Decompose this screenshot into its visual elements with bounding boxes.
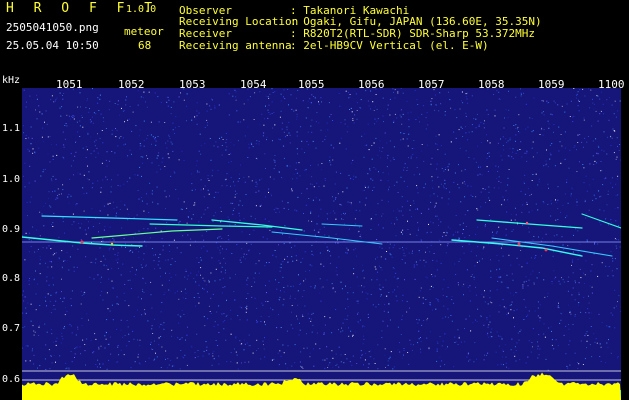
y-tick-0-6: 0.6 (2, 374, 21, 385)
file-name: 2505041050.png (6, 21, 99, 34)
meteor-hotspot (517, 242, 521, 246)
y-tick-0-7: 0.7 (2, 323, 21, 334)
counter-label: meteor (124, 25, 164, 38)
app-version: 1.0.0 (126, 4, 157, 15)
spectrogram-canvas (22, 88, 621, 400)
meteor-hotspot (544, 248, 548, 252)
meteor-hotspot (525, 221, 529, 225)
y-tick-0-8: 0.8 (2, 273, 21, 284)
meteor-hotspot (110, 242, 114, 246)
counter-value: 68 (138, 39, 152, 52)
y-tick-1-0: 1.0 (2, 174, 21, 185)
info-antenna-value: : 2el-HB9CV Vertical (el. E-W) (290, 39, 489, 52)
meteor-hotspot (80, 240, 84, 244)
info-antenna-label: Receiving antenna (179, 39, 292, 52)
y-tick-0-9: 0.9 (2, 224, 21, 235)
file-datetime: 25.05.04 10:50 (6, 39, 99, 52)
y-tick-1-1: 1.1 (2, 123, 21, 134)
axis-unit: kHz (2, 75, 21, 86)
